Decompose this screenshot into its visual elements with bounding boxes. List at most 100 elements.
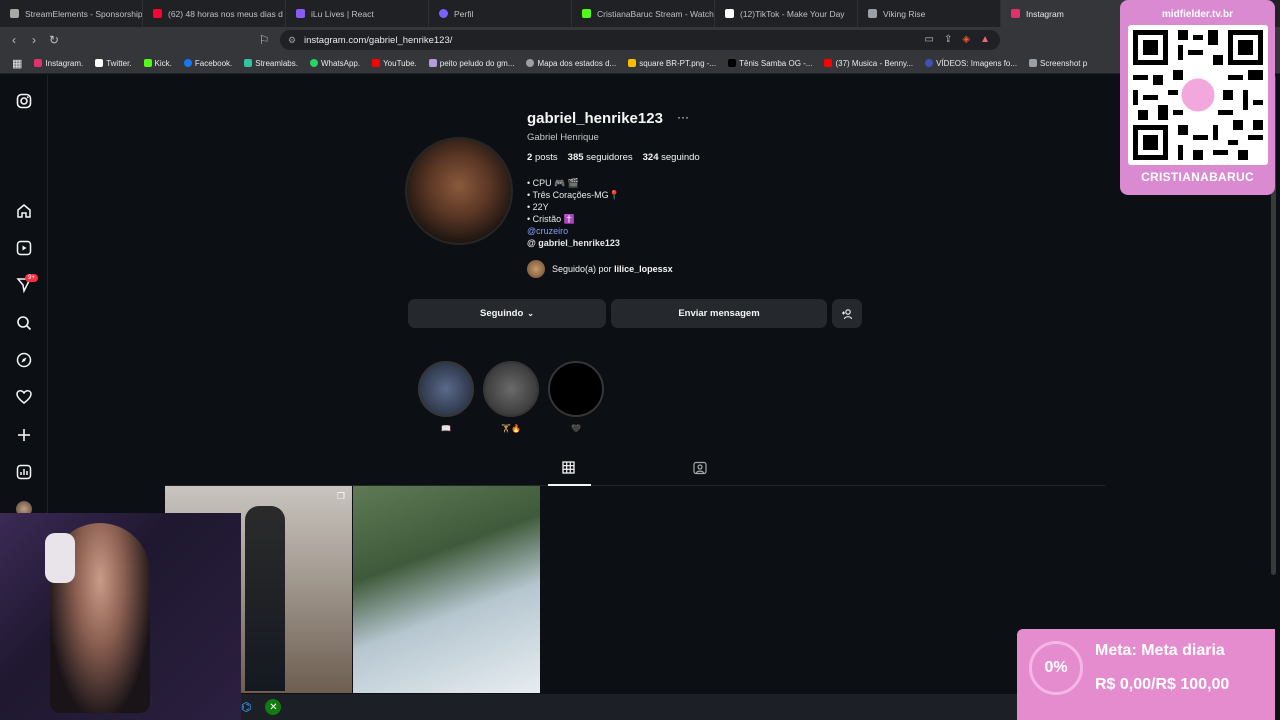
tab-kick[interactable]: CristianaBaruc Stream - Watch [572, 0, 715, 27]
bookmark-whatsapp[interactable]: WhatsApp. [304, 59, 366, 68]
xbox-icon[interactable]: ✕ [265, 699, 282, 715]
bookmark-peito[interactable]: peito peludo do gm... [423, 59, 521, 68]
tab-perfil[interactable]: Perfil [429, 0, 572, 27]
headset-icon [45, 533, 75, 583]
cast-icon[interactable]: ▭ [925, 34, 934, 45]
site-info-icon[interactable]: ⚙ [288, 35, 296, 46]
bookmark-tenis[interactable]: Tênis Samba OG -... [722, 59, 818, 68]
tab-favicon [868, 9, 877, 18]
highlight-story[interactable] [548, 361, 604, 417]
bookmark-square[interactable]: square BR-PT.png -... [622, 59, 722, 68]
tab-label: Instagram [1026, 8, 1064, 19]
following-button[interactable]: Seguindo ⌄ [408, 299, 606, 328]
app-taskbar-icon[interactable]: ⌬ [241, 700, 251, 714]
more-options-icon[interactable]: ··· [677, 110, 689, 124]
highlight-story[interactable] [483, 361, 539, 417]
follower-avatar [527, 260, 545, 278]
dashboard-icon[interactable] [14, 462, 34, 482]
webcam-overlay [0, 513, 241, 720]
bookmark-favicon [824, 59, 833, 67]
tab-react[interactable]: iLu Lives | React [286, 0, 429, 27]
bookmark-twitter[interactable]: Twitter. [89, 59, 137, 68]
threads-icon: @ [527, 238, 536, 248]
following-count: 324 [642, 152, 659, 163]
bookmark-musica[interactable]: (37) Musica - Benny... [818, 59, 919, 68]
followed-by[interactable]: Seguido(a) por lilice_lopessx [527, 260, 673, 278]
tab-tiktok[interactable]: (12)TikTok - Make Your Day [715, 0, 858, 27]
send-message-button[interactable]: Enviar mensagem [611, 299, 827, 328]
tab-label: iLu Lives | React [311, 8, 374, 19]
bookmark-screenshot[interactable]: Screenshot p [1023, 59, 1093, 68]
tagged-icon[interactable] [693, 461, 707, 478]
threads-link[interactable]: @ gabriel_henrike123 [527, 237, 620, 249]
bookmark-kick[interactable]: Kick. [138, 59, 178, 68]
tab-favicon [10, 9, 19, 18]
highlight-label: 📖 [441, 424, 451, 433]
home-icon[interactable] [14, 201, 34, 221]
followers-stat[interactable]: 385 seguidores [568, 152, 633, 163]
apps-grid-icon[interactable]: ▦ [6, 57, 28, 70]
followers-count: 385 [567, 152, 584, 163]
bookmark-favicon [628, 59, 637, 67]
bio-line: • 22Y [527, 202, 549, 212]
explore-icon[interactable] [14, 350, 34, 370]
tab-youtube[interactable]: (62) 48 horas nos meus dias d [143, 0, 286, 27]
brave-shield-icon[interactable]: ◈ [962, 34, 970, 45]
url-field[interactable]: ⚙ instagram.com/gabriel_henrike123/ ▭ ⇪ … [280, 30, 1000, 50]
bio-line: • Cristão ✝️ [527, 214, 575, 224]
carousel-icon: ❐ [336, 491, 345, 501]
rewards-icon[interactable]: ▲ [980, 34, 990, 45]
post-thumbnail[interactable] [353, 486, 540, 693]
search-icon[interactable] [14, 313, 34, 333]
bookmark-mapa[interactable]: Mapa dos estados d... [520, 59, 622, 68]
tab-streamelements[interactable]: StreamElements - Sponsorship [0, 0, 143, 27]
bookmark-label: VÍDEOS: Imagens fo... [936, 58, 1018, 68]
tab-label: (12)TikTok - Make Your Day [740, 8, 845, 19]
tab-label: StreamElements - Sponsorship [25, 8, 143, 19]
bookmark-label: square BR-PT.png -... [639, 58, 717, 68]
reload-icon[interactable]: ↻ [44, 33, 64, 47]
bookmark-favicon [95, 59, 104, 67]
tab-label: (62) 48 horas nos meus dias d [168, 8, 283, 19]
bookmark-favicon [1029, 59, 1038, 67]
bookmark-facebook[interactable]: Facebook. [178, 59, 238, 68]
instagram-logo-icon[interactable] [14, 91, 34, 111]
back-icon[interactable]: ‹ [4, 33, 24, 47]
bookmark-favicon [309, 59, 318, 67]
qr-streamer-name: CRISTIANABARUC [1141, 170, 1254, 184]
qr-site-label: midfielder.tv.br [1162, 9, 1233, 20]
bookmark-favicon [244, 59, 253, 67]
qr-code [1128, 25, 1268, 165]
create-plus-icon[interactable] [14, 425, 34, 445]
bookmarks-bar: ▦ Instagram. Twitter. Kick. Facebook. St… [0, 53, 1280, 74]
bookmark-label: Tênis Samba OG -... [739, 58, 813, 68]
bookmark-videos[interactable]: VÍDEOS: Imagens fo... [919, 59, 1023, 68]
bookmark-label: (37) Musica - Benny... [835, 58, 914, 68]
tab-favicon [439, 9, 448, 18]
profile-full-name: Gabriel Henrique [527, 132, 599, 143]
following-stat[interactable]: 324 seguindo [643, 152, 700, 163]
followers-label: seguidores [586, 152, 633, 163]
bookmark-icon[interactable]: ⚐ [254, 33, 274, 47]
forward-icon[interactable]: › [24, 33, 44, 47]
tab-viking-rise[interactable]: Viking Rise [858, 0, 1001, 27]
bio-mention-link[interactable]: @cruzeiro [527, 225, 620, 237]
reels-icon[interactable] [14, 238, 34, 258]
share-icon[interactable]: ⇪ [944, 34, 952, 45]
posts-grid-icon[interactable] [562, 461, 575, 477]
notifications-badge: 9+ [25, 274, 38, 282]
bookmark-instagram[interactable]: Instagram. [28, 59, 89, 68]
suggest-users-button[interactable] [832, 299, 862, 328]
highlight-story[interactable] [418, 361, 474, 417]
profile-avatar[interactable] [405, 137, 513, 245]
bookmark-label: Streamlabs. [255, 58, 298, 68]
bookmark-youtube[interactable]: YouTube. [366, 59, 423, 68]
heart-icon[interactable] [14, 387, 34, 407]
os-taskbar: ⌬ ✕ [241, 694, 1017, 720]
posts-stat: 2 posts [527, 152, 558, 163]
bookmark-streamlabs[interactable]: Streamlabs. [238, 59, 304, 68]
chevron-down-icon: ⌄ [527, 309, 534, 318]
goal-title: Meta: Meta diaria [1095, 642, 1225, 659]
goal-value: R$ 0,00/R$ 100,00 [1095, 676, 1230, 693]
following-button-label: Seguindo [480, 308, 524, 319]
